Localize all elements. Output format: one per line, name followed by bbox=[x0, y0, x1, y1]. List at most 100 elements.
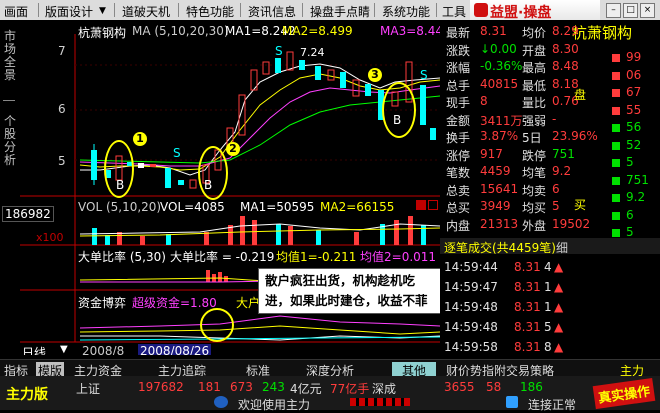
quote-label: 均价 bbox=[522, 26, 547, 40]
index-name[interactable]: 上证 bbox=[76, 380, 100, 397]
tab-template[interactable]: 模版 bbox=[36, 362, 65, 378]
depth-value: 52 bbox=[626, 137, 642, 152]
quote-value: 8 bbox=[480, 94, 488, 108]
welcome-text: 欢迎使用主力 bbox=[238, 398, 311, 412]
up-arrow-icon: ▲ bbox=[554, 260, 564, 274]
depth-marker-icon bbox=[612, 89, 620, 97]
menu-separator bbox=[178, 3, 179, 17]
unchanged: 673 bbox=[230, 380, 253, 394]
market-name[interactable]: 深成 bbox=[372, 380, 396, 397]
candle bbox=[315, 66, 321, 80]
menu-item-layout[interactable]: 版面设计 bbox=[45, 3, 93, 20]
left-strip: 市场全景 个股分析 bbox=[0, 20, 21, 355]
quote-value: 8.48 bbox=[552, 59, 579, 73]
quote-value: 3.87% bbox=[480, 129, 519, 143]
trade-time: 14:59:44 bbox=[444, 260, 498, 274]
menu-separator bbox=[38, 3, 39, 17]
trade-time: 14:59:58 bbox=[444, 340, 498, 354]
menu-item-tools[interactable]: 工具 bbox=[442, 3, 466, 20]
app-name: 主力版 bbox=[6, 387, 48, 403]
depth-value: 5 bbox=[626, 155, 634, 169]
candle bbox=[138, 163, 144, 168]
close-icon[interactable]: × bbox=[640, 3, 655, 18]
sell-marker: S bbox=[420, 68, 428, 82]
trade-time: 14:59:48 bbox=[444, 320, 498, 334]
trade-price: 8.31 bbox=[514, 340, 541, 354]
bigorder-ma2: 均值2=0.011 bbox=[360, 250, 437, 264]
stock-analysis-tab[interactable]: 个股分析 bbox=[4, 115, 16, 167]
quote-label: 涨幅 bbox=[446, 61, 471, 75]
tab-deep-analysis[interactable]: 深度分析 bbox=[306, 362, 354, 378]
quote-value: 21313 bbox=[480, 216, 519, 231]
menu-item-screen[interactable]: 画面 bbox=[4, 3, 28, 20]
tab-indicator[interactable]: 指标 bbox=[4, 362, 28, 378]
badge-2: 2 bbox=[226, 142, 240, 156]
tab-financial[interactable]: 财价势指附交易策略 bbox=[446, 362, 554, 378]
menu-item-system[interactable]: 系统功能 bbox=[382, 3, 430, 20]
sell-marker: S bbox=[173, 146, 181, 160]
depth-marker-icon bbox=[612, 229, 620, 237]
highlight-circle-1 bbox=[104, 140, 134, 198]
depth-marker-icon bbox=[612, 71, 620, 80]
candle bbox=[165, 168, 171, 188]
chevron-down-icon[interactable]: ▼ bbox=[99, 6, 106, 16]
trade-time: 14:59:48 bbox=[444, 300, 498, 314]
period-dropdown-icon[interactable]: ▼ bbox=[60, 344, 68, 355]
vol-value: VOL=4085 bbox=[160, 200, 225, 214]
depth-value: 751 bbox=[626, 172, 649, 187]
vol-ma1-value: MA1=50595 bbox=[240, 200, 315, 214]
tab-main-capital[interactable]: 主力资金 bbox=[74, 362, 122, 378]
trade-volume: 1 bbox=[544, 280, 552, 294]
quote-label: 强弱 bbox=[522, 113, 547, 128]
menu-item-trader-tips[interactable]: 操盘手点睛 bbox=[310, 3, 370, 20]
callout-circle bbox=[200, 308, 234, 342]
status-value: 58 bbox=[486, 380, 502, 394]
trade-price: 8.31 bbox=[514, 280, 541, 294]
progress-dots bbox=[350, 398, 410, 406]
quote-label: 总手 bbox=[446, 78, 471, 93]
capital-line bbox=[79, 325, 440, 335]
trades-tab[interactable]: 细 bbox=[556, 239, 568, 256]
menu-separator bbox=[114, 3, 115, 17]
minimize-icon[interactable]: – bbox=[606, 3, 621, 18]
quote-value: 751 bbox=[552, 146, 575, 161]
quote-value: 917 bbox=[480, 146, 503, 161]
quote-value: - bbox=[552, 111, 557, 126]
panel-close-icon[interactable] bbox=[428, 200, 438, 210]
ma2-value: MA2=8.499 bbox=[282, 24, 353, 38]
quote-value: 15641 bbox=[480, 181, 519, 196]
quote-label: 最低 bbox=[522, 78, 547, 93]
tab-main[interactable]: 主力 bbox=[620, 362, 644, 378]
depth-marker-icon bbox=[612, 211, 620, 220]
tab-standard[interactable]: 标准 bbox=[246, 362, 270, 378]
menu-item-news[interactable]: 资讯信息 bbox=[248, 3, 296, 20]
market-overview-tab[interactable]: 市场全景 bbox=[4, 30, 16, 82]
depth-marker-icon bbox=[612, 159, 620, 167]
decliners: 243 bbox=[262, 380, 285, 394]
tab-other[interactable]: 其他 bbox=[392, 362, 437, 378]
trades-header[interactable]: 逐笔成交(共4459笔) bbox=[444, 239, 556, 256]
y-tick: 6 bbox=[58, 102, 66, 116]
menu-item-features[interactable]: 特色功能 bbox=[186, 3, 234, 20]
maximize-icon[interactable]: □ bbox=[623, 3, 638, 18]
menu-item-insight[interactable]: 道破天机 bbox=[122, 3, 170, 20]
quote-label: 5日 bbox=[522, 131, 542, 145]
trade-price: 8.31 bbox=[514, 300, 541, 314]
quote-value: 9.2 bbox=[552, 164, 572, 178]
quote-label: 总卖 bbox=[446, 183, 471, 198]
connection-icon bbox=[506, 396, 518, 408]
y-tick: 5 bbox=[58, 154, 66, 168]
quote-panel: 杭萧钢构 最新 8.31 均价 8.29 涨跌 ↓0.00 开盘 8.30 涨幅 -0.36% 最高… bbox=[440, 20, 660, 355]
menu-separator bbox=[374, 3, 375, 17]
quote-value: 4459 bbox=[480, 164, 511, 178]
depth-value: 55 bbox=[626, 102, 642, 117]
vol-scale-label: x100 bbox=[36, 231, 64, 244]
status-value: 186 bbox=[520, 380, 543, 394]
quote-value: 3411万 bbox=[480, 113, 523, 128]
panel-control-icon[interactable] bbox=[416, 200, 426, 210]
tab-main-tracking[interactable]: 主力追踪 bbox=[158, 362, 206, 378]
quote-value: 19502 bbox=[552, 216, 591, 231]
bigorder-ma1: 均值1=-0.211 bbox=[276, 250, 357, 264]
highlight-circle-2 bbox=[198, 146, 228, 200]
depth-marker-icon bbox=[612, 176, 620, 185]
